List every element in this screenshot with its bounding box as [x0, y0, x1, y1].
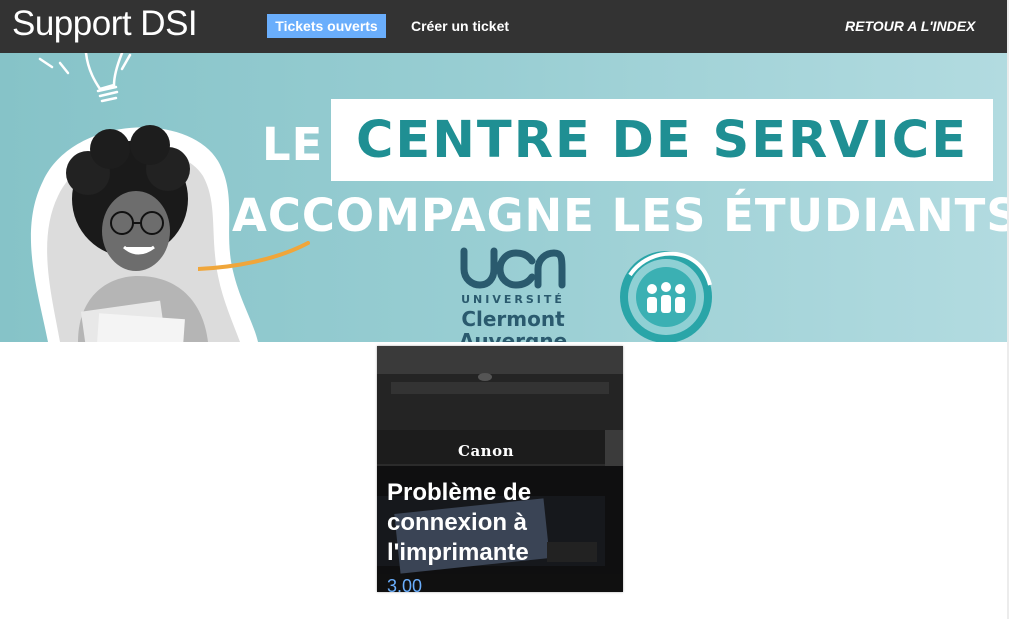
hero-banner: LE CENTRE DE SERVICE ACCOMPAGNE LES ÉTUD…	[0, 53, 1007, 342]
orange-swoosh	[198, 241, 310, 271]
headline-le: LE	[262, 118, 324, 171]
service-centre-logo-icon	[620, 251, 712, 342]
nav-back-to-index-link[interactable]: RETOUR A L'INDEX	[845, 14, 975, 38]
headline-accompagne: ACCOMPAGNE LES ÉTUDIANTS	[232, 189, 1007, 242]
lightbulb-icon	[38, 53, 132, 103]
ticket-card-title[interactable]: Problème de connexion à l'imprimante	[387, 478, 617, 568]
top-navbar: Support DSI Tickets ouverts Créer un tic…	[0, 0, 1007, 53]
nav-open-tickets-button[interactable]: Tickets ouverts	[267, 14, 386, 38]
uca-logo-icon	[460, 247, 566, 289]
ticket-card-price: 3.00	[387, 576, 423, 592]
brand-title[interactable]: Support DSI	[12, 3, 198, 45]
ticket-card[interactable]: Canon Problème de connexion à l'impriman…	[377, 346, 623, 592]
nav-create-ticket-button[interactable]: Créer un ticket	[411, 14, 509, 38]
university-label: UNIVERSITÉ	[461, 293, 565, 306]
headline-centre-de-service: CENTRE DE SERVICE	[355, 111, 969, 170]
student-photo	[30, 125, 258, 342]
headline-highlight: CENTRE DE SERVICE	[331, 99, 993, 181]
university-name-clermont: Clermont	[461, 307, 565, 331]
university-name-auvergne: Auvergne	[458, 329, 568, 342]
printer-brand-label: Canon	[458, 442, 514, 460]
